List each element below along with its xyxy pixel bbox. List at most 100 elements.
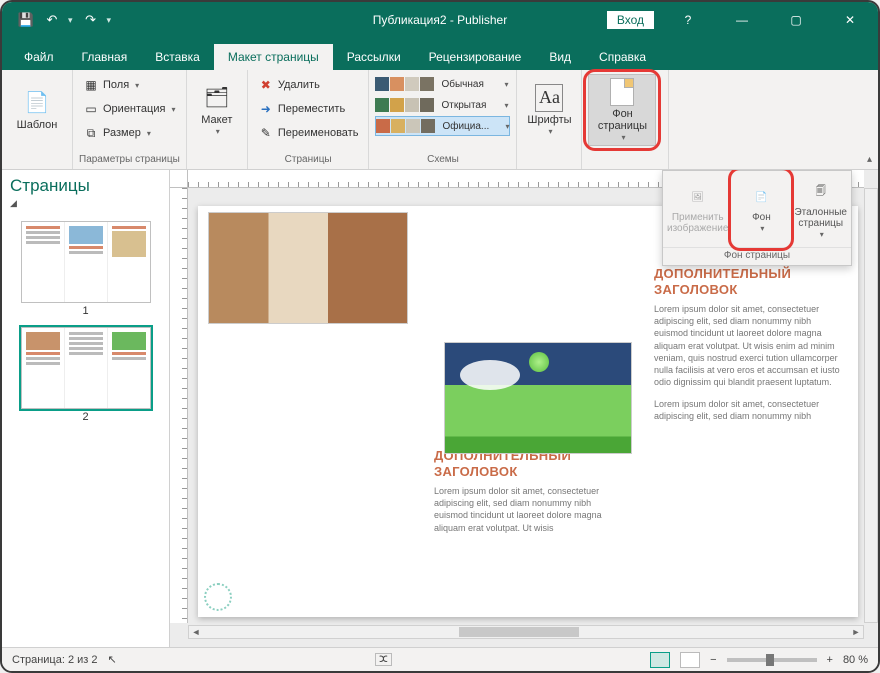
scroll-left-icon[interactable]: ◄ bbox=[189, 626, 203, 638]
scheme-row-0[interactable]: Обычная▾ bbox=[375, 74, 510, 94]
document-page[interactable]: ДОПОЛНИТЕЛЬНЫЙ ЗАГОЛОВОК Lorem ipsum dol… bbox=[198, 206, 858, 617]
group-layout: 🗂 Макет▾ bbox=[187, 70, 248, 169]
thumb-2-label: 2 bbox=[10, 411, 161, 423]
ribbon-tabs: Файл Главная Вставка Макет страницы Расс… bbox=[2, 38, 878, 70]
undo-icon[interactable]: ↶ bbox=[44, 12, 60, 28]
tab-help[interactable]: Справка bbox=[585, 44, 660, 70]
footer-circle-placeholder[interactable] bbox=[204, 583, 232, 611]
page-thumb-2[interactable] bbox=[21, 327, 151, 409]
app-window: 💾 ↶▾ ↷ ▾ Публикация2 - Publisher Вход ? … bbox=[0, 0, 880, 673]
tab-page-layout[interactable]: Макет страницы bbox=[214, 44, 333, 70]
ribbon: 📄 Шаблон ▦Поля▾ ▭Ориентация▾ ⧉Размер▾ Па… bbox=[2, 70, 878, 170]
save-icon[interactable]: 💾 bbox=[18, 12, 34, 28]
pages-panel-title: Страницы bbox=[10, 176, 161, 196]
delete-icon: ✖ bbox=[258, 77, 274, 93]
move-icon: ➜ bbox=[258, 101, 274, 117]
thumb-1-label: 1 bbox=[10, 305, 161, 317]
page-bg-icon bbox=[610, 78, 634, 106]
body-2[interactable]: Lorem ipsum dolor sit amet, consectetuer… bbox=[434, 485, 622, 534]
cursor-indicator-icon: ↖ bbox=[108, 653, 117, 666]
group-page-background: Фон страницы▾ bbox=[582, 70, 669, 169]
heading-3[interactable]: ДОПОЛНИТЕЛЬНЫЙ ЗАГОЛОВОК bbox=[654, 266, 842, 297]
apply-image-icon: 🖼 bbox=[685, 184, 711, 210]
size-button[interactable]: ⧉Размер▾ bbox=[79, 122, 179, 144]
group-template: 📄 Шаблон bbox=[2, 70, 73, 169]
pages-panel-collapse-icon[interactable]: ◢ bbox=[10, 198, 161, 209]
window-title: Публикация2 - Publisher bbox=[373, 13, 507, 27]
margins-button[interactable]: ▦Поля▾ bbox=[79, 74, 179, 96]
canvas: 🖼 Применить изображение 📄 Фон▾ 🗐 Эталонн… bbox=[170, 170, 878, 647]
dropdown-group-label: Фон страницы bbox=[663, 247, 851, 265]
master-pages-icon: 🗐 bbox=[808, 179, 834, 205]
tab-file[interactable]: Файл bbox=[10, 44, 68, 70]
quick-access-toolbar: 💾 ↶▾ ↷ ▾ bbox=[2, 12, 111, 28]
tab-mailings[interactable]: Рассылки bbox=[333, 44, 415, 70]
tab-view[interactable]: Вид bbox=[535, 44, 585, 70]
page-thumb-1[interactable] bbox=[21, 221, 151, 303]
page-col-3: ДОПОЛНИТЕЛЬНЫЙ ЗАГОЛОВОК Lorem ipsum dol… bbox=[638, 206, 858, 617]
maximize-button[interactable]: ▢ bbox=[776, 2, 816, 38]
orientation-icon: ▭ bbox=[83, 101, 99, 117]
master-pages-button[interactable]: 🗐 Эталонные страницы▾ bbox=[790, 171, 851, 247]
image-library[interactable] bbox=[208, 212, 408, 324]
minimize-button[interactable]: — bbox=[722, 2, 762, 38]
titlebar: 💾 ↶▾ ↷ ▾ Публикация2 - Publisher Вход ? … bbox=[2, 2, 878, 38]
page-col-2: ДОПОЛНИТЕЛЬНЫЙ ЗАГОЛОВОК Lorem ipsum dol… bbox=[418, 206, 638, 617]
pages-panel: Страницы ◢ 1 2 bbox=[2, 170, 170, 647]
body-3a[interactable]: Lorem ipsum dolor sit amet, consectetuer… bbox=[654, 303, 842, 388]
apply-image-button: 🖼 Применить изображение bbox=[663, 171, 732, 247]
rename-page-button[interactable]: ✎Переименовать bbox=[254, 122, 363, 144]
view-single-button[interactable] bbox=[650, 652, 670, 668]
scheme-list: Обычная▾ Открытая▾ Официа...▾ bbox=[375, 74, 510, 136]
tab-review[interactable]: Рецензирование bbox=[415, 44, 536, 70]
tab-home[interactable]: Главная bbox=[68, 44, 142, 70]
zoom-slider[interactable] bbox=[727, 658, 817, 662]
collapse-ribbon-icon[interactable]: ▴ bbox=[867, 154, 872, 165]
group-fonts: Aa Шрифты▾ bbox=[517, 70, 582, 169]
page-background-button[interactable]: Фон страницы▾ bbox=[588, 74, 656, 146]
close-button[interactable]: ✕ bbox=[830, 2, 870, 38]
scroll-h-thumb[interactable] bbox=[459, 627, 579, 637]
view-spread-button[interactable] bbox=[680, 652, 700, 668]
redo-icon[interactable]: ↷ bbox=[83, 12, 99, 28]
zoom-out-button[interactable]: − bbox=[710, 654, 716, 666]
schemes-label: Схемы bbox=[375, 152, 510, 169]
body-3b[interactable]: Lorem ipsum dolor sit amet, consectetuer… bbox=[654, 398, 842, 422]
layout-icon: 🗂 bbox=[203, 84, 231, 112]
group-pages: ✖Удалить ➜Переместить ✎Переименовать Стр… bbox=[248, 70, 370, 169]
coord-indicator-icon: ⵋ bbox=[375, 653, 392, 666]
background-button[interactable]: 📄 Фон▾ bbox=[732, 171, 790, 247]
page-col-1 bbox=[198, 206, 418, 617]
page-indicator[interactable]: Страница: 2 из 2 bbox=[12, 654, 98, 666]
fonts-button[interactable]: Aa Шрифты▾ bbox=[523, 74, 575, 146]
statusbar: Страница: 2 из 2 ↖ ⵋ − + 80 % bbox=[2, 647, 878, 671]
scheme-row-2[interactable]: Официа...▾ bbox=[375, 116, 510, 136]
zoom-in-button[interactable]: + bbox=[827, 654, 833, 666]
scroll-right-icon[interactable]: ► bbox=[849, 626, 863, 638]
scrollbar-horizontal[interactable]: ◄ ► bbox=[188, 625, 864, 639]
scrollbar-vertical[interactable] bbox=[864, 188, 878, 623]
layout-button[interactable]: 🗂 Макет▾ bbox=[193, 74, 241, 146]
orientation-button[interactable]: ▭Ориентация▾ bbox=[79, 98, 179, 120]
tab-insert[interactable]: Вставка bbox=[141, 44, 214, 70]
scheme-row-1[interactable]: Открытая▾ bbox=[375, 95, 510, 115]
page-background-dropdown: 🖼 Применить изображение 📄 Фон▾ 🗐 Эталонн… bbox=[662, 170, 852, 266]
page-params-label: Параметры страницы bbox=[79, 152, 180, 169]
ruler-vertical[interactable] bbox=[170, 188, 188, 623]
margins-icon: ▦ bbox=[83, 77, 99, 93]
zoom-value[interactable]: 80 % bbox=[843, 654, 868, 666]
delete-page-button[interactable]: ✖Удалить bbox=[254, 74, 363, 96]
work-area: Страницы ◢ 1 2 � bbox=[2, 170, 878, 647]
fonts-icon: Aa bbox=[535, 84, 563, 112]
image-landscape[interactable] bbox=[444, 342, 632, 454]
pages-group-label: Страницы bbox=[254, 152, 363, 169]
help-button[interactable]: ? bbox=[668, 2, 708, 38]
template-button[interactable]: 📄 Шаблон bbox=[8, 74, 66, 146]
group-page-params: ▦Поля▾ ▭Ориентация▾ ⧉Размер▾ Параметры с… bbox=[73, 70, 187, 169]
background-icon: 📄 bbox=[748, 184, 774, 210]
move-page-button[interactable]: ➜Переместить bbox=[254, 98, 363, 120]
size-icon: ⧉ bbox=[83, 125, 99, 141]
signin-button[interactable]: Вход bbox=[607, 11, 654, 29]
ruler-corner bbox=[170, 170, 188, 188]
template-icon: 📄 bbox=[23, 89, 51, 117]
